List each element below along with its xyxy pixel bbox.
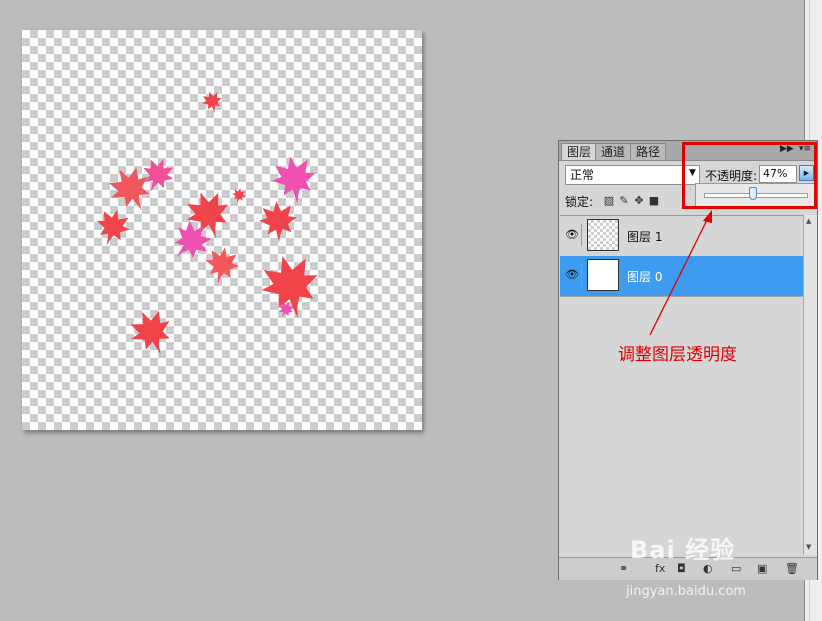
watermark-logo: Bai 经验: [630, 536, 736, 564]
annotation-arrow: [649, 210, 712, 336]
watermark-url: jingyan.baidu.com: [626, 584, 746, 599]
baidu-watermark: Bai 经验 jingyan.baidu.com: [620, 530, 800, 610]
annotation-text: 调整图层透明度: [618, 345, 737, 365]
